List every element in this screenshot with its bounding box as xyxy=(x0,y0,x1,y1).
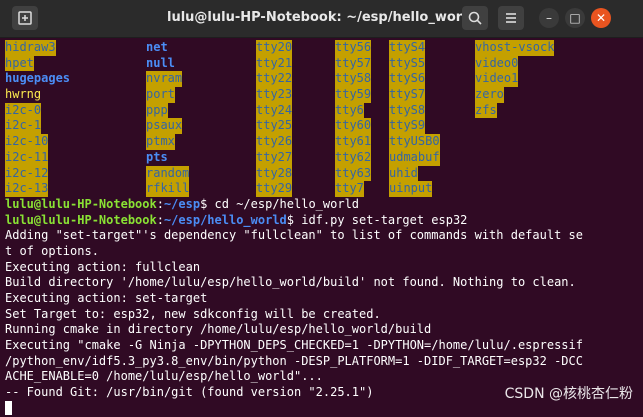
listing-entry: null xyxy=(146,56,175,72)
listing-entry: vhost-vsock xyxy=(475,40,554,56)
listing-entry: tty59 xyxy=(335,87,371,103)
listing-entry: i2c-12 xyxy=(5,166,48,182)
listing-entry: ppp xyxy=(146,103,168,119)
listing-entry: hugepages xyxy=(5,71,70,87)
listing-entry: rfkill xyxy=(146,181,189,197)
listing-entry: uhid xyxy=(389,166,418,182)
output-line: Executing action: set-target xyxy=(5,291,641,307)
listing-entry: udmabuf xyxy=(389,150,440,166)
listing-entry: tty63 xyxy=(335,166,371,182)
listing-entry: ttyS5 xyxy=(389,56,425,72)
prompt-separator: : xyxy=(157,213,164,227)
menu-button[interactable] xyxy=(498,6,524,30)
listing-entry: random xyxy=(146,166,189,182)
output-line: t of options. xyxy=(5,244,641,260)
terminal-output[interactable]: hidraw3nettty20tty56ttyS4vhost-vsockhpet… xyxy=(5,40,641,412)
output-line: Build directory '/home/lulu/esp/hello_wo… xyxy=(5,275,641,291)
listing-entry: i2c-11 xyxy=(5,150,48,166)
listing-entry: tty62 xyxy=(335,150,371,166)
minimize-button[interactable]: – xyxy=(539,8,559,28)
listing-row: hugepages nvram tty22 tty58 ttyS6 video1 xyxy=(5,71,641,87)
listing-entry: ttyS6 xyxy=(389,71,425,87)
listing-entry: hidraw3 xyxy=(5,40,56,56)
listing-entry: tty26 xyxy=(256,134,292,150)
close-button[interactable]: ✕ xyxy=(591,8,611,28)
output-line: Adding "set-target"'s dependency "fullcl… xyxy=(5,228,641,244)
listing-entry: ttyS7 xyxy=(389,87,425,103)
listing-entry: i2c-1 xyxy=(5,118,41,134)
listing-entry: tty58 xyxy=(335,71,371,87)
prompt-user: lulu@lulu-HP-Notebook xyxy=(5,213,157,227)
listing-entry: nvram xyxy=(146,71,182,87)
listing-row: i2c-1 psaux tty25 tty60 ttyS9 xyxy=(5,118,641,134)
listing-entry: psaux xyxy=(146,118,182,134)
listing-entry: ttyS9 xyxy=(389,118,425,134)
listing-entry: zfs xyxy=(475,103,497,119)
listing-entry: net xyxy=(146,40,168,56)
listing-entry: tty60 xyxy=(335,118,371,134)
listing-entry: tty25 xyxy=(256,118,292,134)
output-line: Set Target to: esp32, new sdkconfig will… xyxy=(5,307,641,323)
terminal-cursor xyxy=(5,401,12,415)
prompt-command: $ cd ~/esp/hello_world xyxy=(200,197,359,211)
listing-entry: tty61 xyxy=(335,134,371,150)
listing-entry: tty27 xyxy=(256,150,292,166)
listing-row: hwrng port tty23 tty59 ttyS7 zero xyxy=(5,87,641,103)
listing-row: i2c-13 rfkill tty29 tty7 uinput xyxy=(5,181,641,197)
prompt-path: ~/esp/hello_world xyxy=(164,213,287,227)
prompt-separator: : xyxy=(157,197,164,211)
listing-row: hidraw3 net tty20 tty56 ttyS4 vhost-vsock xyxy=(5,40,641,56)
listing-entry: hwrng xyxy=(5,87,41,103)
listing-row: hpet null tty21 tty57 ttyS5 video0 xyxy=(5,56,641,72)
listing-row: i2c-11 pts tty27 tty62 udmabuf xyxy=(5,150,641,166)
output-line: Executing action: fullclean xyxy=(5,260,641,276)
hamburger-menu-icon xyxy=(503,10,519,26)
listing-entry: i2c-0 xyxy=(5,103,41,119)
output-line: /python_env/idf5.3_py3.8_env/bin/python … xyxy=(5,354,641,370)
listing-row: i2c-0 ppp tty24 tty6 ttyS8 zfs xyxy=(5,103,641,119)
listing-entry: tty29 xyxy=(256,181,292,197)
prompt-line: lulu@lulu-HP-Notebook:~/esp/hello_world$… xyxy=(5,213,641,229)
listing-entry: tty57 xyxy=(335,56,371,72)
listing-entry: ttyS8 xyxy=(389,103,425,119)
listing-entry: zero xyxy=(475,87,504,103)
prompt-user: lulu@lulu-HP-Notebook xyxy=(5,197,157,211)
listing-entry: i2c-10 xyxy=(5,134,48,150)
listing-entry: tty6 xyxy=(335,103,364,119)
listing-entry: video0 xyxy=(475,56,518,72)
prompt-line: lulu@lulu-HP-Notebook:~/esp$ cd ~/esp/he… xyxy=(5,197,641,213)
listing-entry: hpet xyxy=(5,56,34,72)
search-icon xyxy=(467,10,483,26)
listing-entry: tty20 xyxy=(256,40,292,56)
listing-entry: tty21 xyxy=(256,56,292,72)
listing-entry: pts xyxy=(146,150,168,166)
cursor-line xyxy=(5,401,641,417)
watermark: CSDN @核桃杏仁粉 xyxy=(505,383,633,403)
listing-entry: video1 xyxy=(475,71,518,87)
output-line: Executing "cmake -G Ninja -DPYTHON_DEPS_… xyxy=(5,338,641,354)
search-button[interactable] xyxy=(462,6,488,30)
prompt-path: ~/esp xyxy=(164,197,200,211)
maximize-button[interactable]: □ xyxy=(565,8,585,28)
listing-entry: tty22 xyxy=(256,71,292,87)
listing-entry: ttyUSB0 xyxy=(389,134,440,150)
listing-entry: i2c-13 xyxy=(5,181,48,197)
listing-entry: tty7 xyxy=(335,181,364,197)
listing-entry: port xyxy=(146,87,175,103)
listing-row: i2c-10 ptmx tty26 tty61 ttyUSB0 xyxy=(5,134,641,150)
directory-listing: hidraw3nettty20tty56ttyS4vhost-vsockhpet… xyxy=(5,40,641,197)
listing-entry: uinput xyxy=(389,181,432,197)
output-line: Running cmake in directory /home/lulu/es… xyxy=(5,322,641,338)
listing-row: i2c-12 random tty28 tty63 uhid xyxy=(5,166,641,182)
title-bar: lulu@lulu-HP-Notebook: ~/esp/hello_world… xyxy=(0,0,643,38)
listing-entry: tty24 xyxy=(256,103,292,119)
prompt-command: $ idf.py set-target esp32 xyxy=(287,213,468,227)
listing-entry: tty56 xyxy=(335,40,371,56)
listing-entry: tty23 xyxy=(256,87,292,103)
listing-entry: ttyS4 xyxy=(389,40,425,56)
listing-entry: tty28 xyxy=(256,166,292,182)
listing-entry: ptmx xyxy=(146,134,175,150)
